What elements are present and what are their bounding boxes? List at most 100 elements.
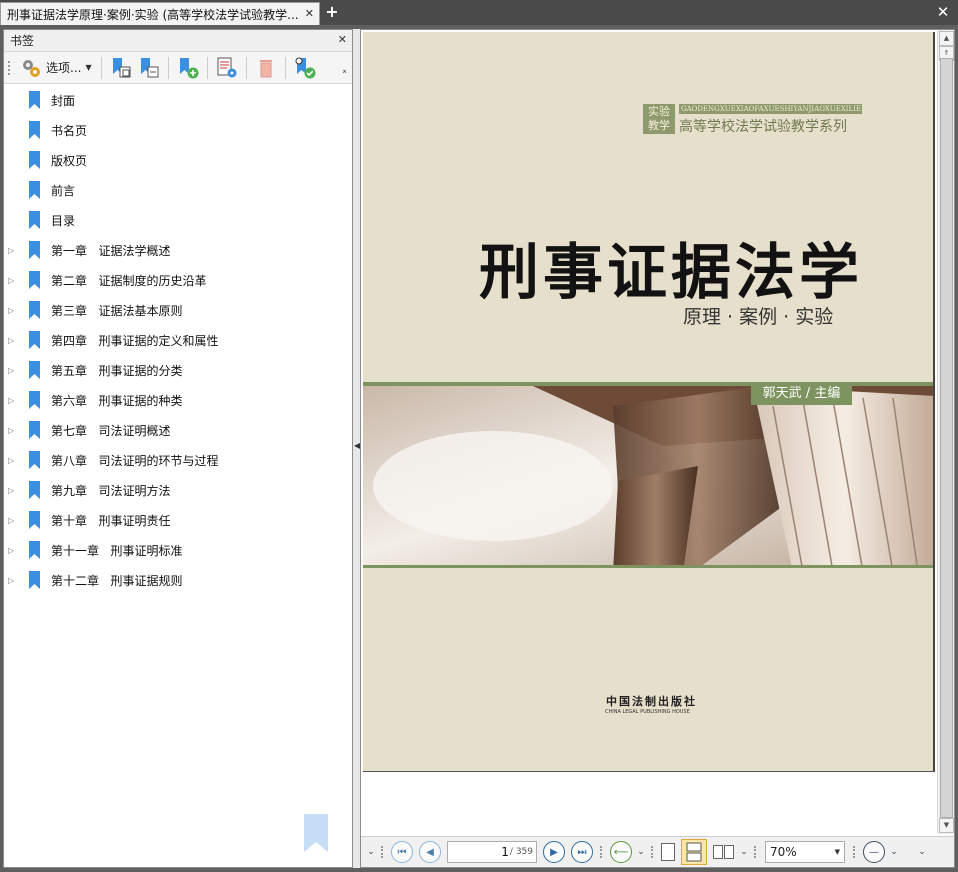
- bookmark-properties-icon[interactable]: [215, 56, 239, 80]
- expand-arrow-icon[interactable]: ▷: [8, 576, 20, 585]
- previous-page-icon[interactable]: ◀: [419, 841, 441, 863]
- bookmark-check-icon[interactable]: [293, 56, 317, 80]
- document-tab[interactable]: 刑事证据法学原理·案例·实验 (高等学校法学试验教学... ✕: [0, 2, 320, 25]
- scrollbar-thumb[interactable]: [940, 58, 953, 818]
- toolbar-grip[interactable]: [600, 846, 603, 858]
- expand-arrow-icon[interactable]: ▷: [8, 516, 20, 525]
- zoom-out-icon[interactable]: —: [863, 841, 885, 863]
- close-window-icon[interactable]: ✕: [934, 3, 952, 21]
- bookmark-label: 版权页: [51, 153, 88, 168]
- add-bookmark-icon[interactable]: [176, 56, 200, 80]
- navigation-toolbar: ⌄ ⏮ ◀ 1 / 359 ▶ ⏭ ⟵ ⌄ ⌄ 70% ▼ — ⌄ ⌄: [361, 836, 954, 867]
- toolbar-divider: [167, 56, 169, 79]
- last-page-icon[interactable]: ⏭: [571, 841, 593, 863]
- expand-arrow-icon[interactable]: ▷: [8, 456, 20, 465]
- toolbar-overflow-icon[interactable]: ⌄: [888, 847, 900, 857]
- bookmark-item[interactable]: ▷ 第八章 司法证明的环节与过程: [4, 445, 352, 475]
- expand-arrow-icon[interactable]: ▷: [8, 306, 20, 315]
- expand-arrow-icon[interactable]: ▷: [8, 426, 20, 435]
- collapse-bookmarks-icon[interactable]: [137, 56, 161, 80]
- bookmark-item[interactable]: ▷ 第四章 刑事证据的定义和属性: [4, 325, 352, 355]
- toolbar-grip[interactable]: [8, 60, 12, 75]
- document-view: 实验教学 GAODENGXUEXIAOFAXUESHIYANJIAOXUEXIL…: [360, 29, 955, 868]
- publisher-name: 中国法制出版社: [606, 695, 697, 708]
- continuous-page-icon[interactable]: [681, 839, 707, 865]
- bookmark-label: 第六章 刑事证据的种类: [51, 393, 183, 408]
- toolbar-overflow-icon[interactable]: ⌄: [916, 847, 928, 857]
- toolbar-overflow-icon[interactable]: ⌄: [738, 847, 750, 857]
- expand-arrow-icon[interactable]: ▷: [8, 336, 20, 345]
- toolbar-grip[interactable]: [754, 846, 757, 858]
- bookmark-icon: [29, 151, 40, 169]
- publisher-name-en: CHINA LEGAL PUBLISHING HOUSE: [605, 709, 690, 715]
- expand-bookmarks-icon[interactable]: [109, 56, 133, 80]
- bookmark-item[interactable]: 封面: [4, 85, 352, 115]
- expand-arrow-icon[interactable]: ▷: [8, 486, 20, 495]
- toolbar-overflow-icon[interactable]: ⌅: [341, 66, 348, 75]
- delete-bookmark-icon[interactable]: [254, 56, 278, 80]
- current-page: 1: [501, 845, 509, 859]
- scroll-down-button[interactable]: ▼: [939, 818, 954, 833]
- book-title: 刑事证据法学: [479, 238, 863, 308]
- toolbar-overflow-icon[interactable]: ⌄: [635, 847, 647, 857]
- bookmark-label: 第七章 司法证明概述: [51, 423, 171, 438]
- bookmark-icon: [29, 271, 40, 289]
- bookmark-item[interactable]: ▷ 第十章 刑事证明责任: [4, 505, 352, 535]
- toolbar-divider: [100, 56, 102, 79]
- bookmark-item[interactable]: 书名页: [4, 115, 352, 145]
- bookmark-item[interactable]: 前言: [4, 175, 352, 205]
- panel-splitter[interactable]: ◀: [353, 29, 360, 868]
- bookmark-tree: 封面 书名页版权页前言 目录 ▷ 第一章 证据法学概述 ▷ 第二章 证据制度的历史沿革 ▷ 第三…: [4, 85, 352, 595]
- toolbar-overflow-icon[interactable]: ⌄: [365, 847, 377, 857]
- next-page-icon[interactable]: ▶: [543, 841, 565, 863]
- zoom-value: 70%: [770, 845, 797, 859]
- series-pinyin: GAODENGXUEXIAOFAXUESHIYANJIAOXUEXILIE: [679, 104, 862, 114]
- document-tab-bar: 刑事证据法学原理·案例·实验 (高等学校法学试验教学... ✕ + ✕: [0, 0, 958, 25]
- panel-close-icon[interactable]: ✕: [338, 33, 347, 46]
- back-arrow-icon[interactable]: ⟵: [610, 841, 632, 863]
- bookmark-item[interactable]: ▷ 第一章 证据法学概述: [4, 235, 352, 265]
- bookmark-icon: [29, 181, 40, 199]
- bookmark-item[interactable]: ▷ 第五章 刑事证据的分类: [4, 355, 352, 385]
- bookmarks-panel: 书签 ✕ 选项... ▼ ⌅ 封面 书名页 版权页 前言 目录 ▷ 第一章 证据…: [3, 29, 353, 868]
- chevron-down-icon: ▼: [85, 63, 92, 72]
- first-page-icon[interactable]: ⏮: [391, 841, 413, 863]
- zoom-select[interactable]: 70% ▼: [765, 841, 845, 863]
- vertical-scrollbar[interactable]: ▲ ⇑ ▼: [937, 30, 954, 834]
- facing-pages-icon[interactable]: [713, 845, 735, 859]
- page-area[interactable]: 实验教学 GAODENGXUEXIAOFAXUESHIYANJIAOXUEXIL…: [361, 30, 937, 834]
- options-button[interactable]: 选项... ▼: [16, 55, 96, 81]
- toolbar-grip[interactable]: [381, 846, 384, 858]
- series-badge: 实验教学: [643, 104, 675, 134]
- bookmark-label: 第十二章 刑事证据规则: [51, 573, 183, 588]
- bookmark-item[interactable]: ▷ 第十一章 刑事证明标准: [4, 535, 352, 565]
- bookmark-label: 第一章 证据法学概述: [51, 243, 171, 258]
- bookmark-item[interactable]: ▷ 第九章 司法证明方法: [4, 475, 352, 505]
- tab-close-icon[interactable]: ✕: [305, 7, 314, 20]
- bookmark-icon: [29, 481, 40, 499]
- bookmark-item[interactable]: ▷ 第三章 证据法基本原则: [4, 295, 352, 325]
- cover-photo: [363, 382, 933, 568]
- bookmark-item[interactable]: 版权页: [4, 145, 352, 175]
- bookmark-item[interactable]: ▷ 第二章 证据制度的历史沿革: [4, 265, 352, 295]
- expand-arrow-icon[interactable]: ▷: [8, 246, 20, 255]
- bookmark-item[interactable]: ▷ 第六章 刑事证据的种类: [4, 385, 352, 415]
- bookmark-icon: [29, 331, 40, 349]
- bookmark-item[interactable]: ▷ 第十二章 刑事证据规则: [4, 565, 352, 595]
- expand-arrow-icon[interactable]: ▷: [8, 396, 20, 405]
- bookmark-item[interactable]: ▷ 第七章 司法证明概述: [4, 415, 352, 445]
- page-number-input[interactable]: 1 / 359: [447, 841, 537, 863]
- single-page-icon[interactable]: [661, 843, 675, 861]
- bookmark-icon: [29, 121, 40, 139]
- toolbar-divider: [206, 56, 208, 79]
- toolbar-grip[interactable]: [853, 846, 856, 858]
- expand-arrow-icon[interactable]: ▷: [8, 366, 20, 375]
- bookmark-icon: [29, 361, 40, 379]
- toolbar-grip[interactable]: [651, 846, 654, 858]
- expand-arrow-icon[interactable]: ▷: [8, 546, 20, 555]
- panel-header: 书签 ✕: [4, 30, 352, 52]
- expand-arrow-icon[interactable]: ▷: [8, 276, 20, 285]
- new-tab-icon[interactable]: +: [324, 4, 340, 21]
- scroll-up-button[interactable]: ▲: [939, 31, 954, 46]
- bookmark-item[interactable]: 目录: [4, 205, 352, 235]
